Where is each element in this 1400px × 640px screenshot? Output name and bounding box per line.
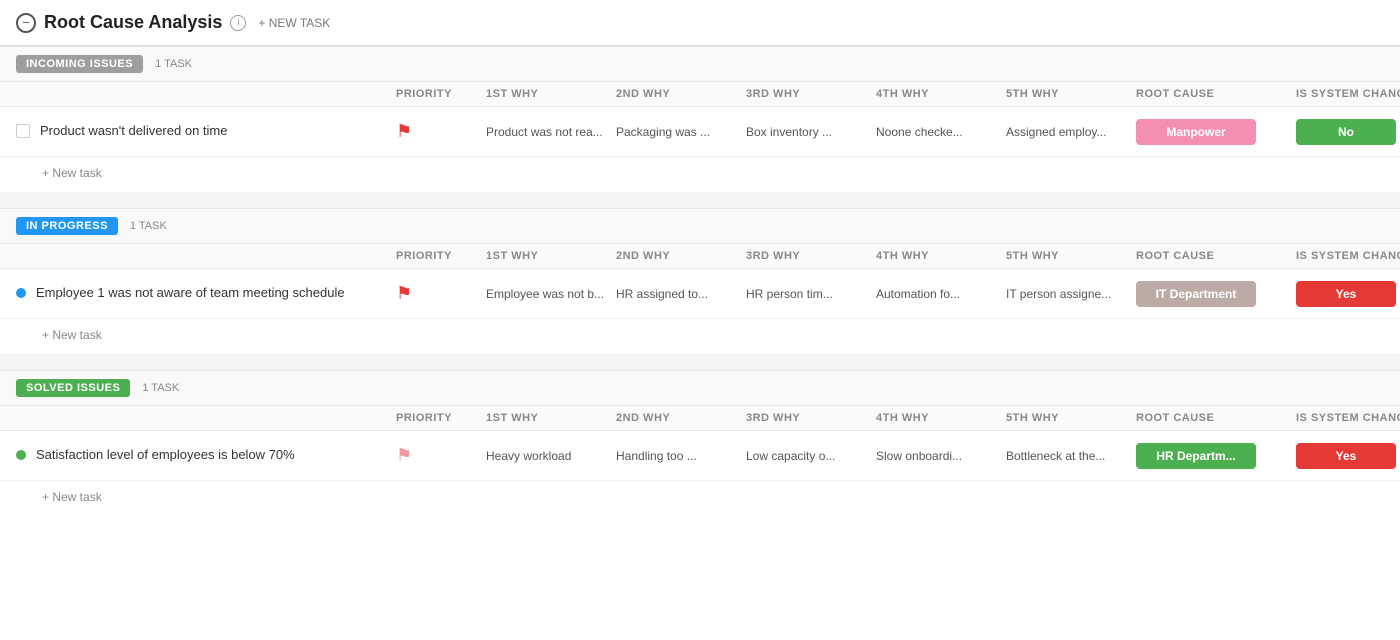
root-cause-cell: HR Departm... [1136,443,1296,469]
why1-cell: Heavy workload [486,449,616,463]
why5-cell: IT person assigne... [1006,287,1136,301]
priority-cell: ⚑ [396,445,486,466]
new-task-link[interactable]: + New task [42,166,102,180]
table-row[interactable]: Employee 1 was not aware of team meeting… [0,269,1400,319]
section-incoming: INCOMING ISSUES 1 TASK PRIORITY1ST WHY2ND … [0,46,1400,192]
table-row[interactable]: Satisfaction level of employees is below… [0,431,1400,481]
why2-cell: Handling too ... [616,449,746,463]
col-header-4: 3RD WHY [746,88,876,100]
col-header-3: 2ND WHY [616,412,746,424]
col-header-4: 3RD WHY [746,250,876,262]
task-name-label: Product wasn't delivered on time [40,123,227,140]
task-count-solved: 1 TASK [142,382,1384,394]
section-header-solved: SOLVED ISSUES 1 TASK [0,370,1400,406]
table-row[interactable]: Product wasn't delivered on time ⚑ Product… [0,107,1400,157]
section-badge-inprogress: IN PROGRESS [16,217,118,235]
col-header-2: 1ST WHY [486,250,616,262]
system-change-cell: No [1296,119,1400,145]
task-count-incoming: 1 TASK [155,58,1384,70]
col-header-3: 2ND WHY [616,250,746,262]
why3-cell: Box inventory ... [746,125,876,139]
new-task-button[interactable]: + NEW TASK [258,16,330,30]
task-count-inprogress: 1 TASK [130,220,1384,232]
why4-cell: Noone checke... [876,125,1006,139]
col-header-7: ROOT CAUSE [1136,412,1296,424]
system-change-badge: Yes [1296,281,1396,307]
page-header: Root Cause Analysis i + NEW TASK [0,0,1400,46]
system-change-cell: Yes [1296,281,1400,307]
root-cause-badge: Manpower [1136,119,1256,145]
why1-cell: Product was not rea... [486,125,616,139]
col-header-7: ROOT CAUSE [1136,88,1296,100]
page: Root Cause Analysis i + NEW TASK INCOMIN… [0,0,1400,640]
col-header-4: 3RD WHY [746,412,876,424]
priority-flag-icon: ⚑ [396,283,412,304]
col-header-1: PRIORITY [396,250,486,262]
col-header-5: 4TH WHY [876,250,1006,262]
task-name-label: Employee 1 was not aware of team meeting… [36,285,345,302]
why5-cell: Bottleneck at the... [1006,449,1136,463]
col-header-6: 5TH WHY [1006,412,1136,424]
section-header-inprogress: IN PROGRESS 1 TASK [0,208,1400,244]
section-badge-solved: SOLVED ISSUES [16,379,130,397]
col-header-1: PRIORITY [396,88,486,100]
root-cause-cell: IT Department [1136,281,1296,307]
new-task-link[interactable]: + New task [42,328,102,342]
col-header-6: 5TH WHY [1006,250,1136,262]
why4-cell: Automation fo... [876,287,1006,301]
why2-cell: Packaging was ... [616,125,746,139]
col-header-8: IS SYSTEM CHANGE REQUIRED? [1296,250,1400,262]
section-header-incoming: INCOMING ISSUES 1 TASK [0,46,1400,82]
sections-container: INCOMING ISSUES1 TASKPRIORITY1ST WHY2ND … [0,46,1400,516]
col-header-7: ROOT CAUSE [1136,250,1296,262]
col-header-3: 2ND WHY [616,88,746,100]
priority-cell: ⚑ [396,283,486,304]
why1-cell: Employee was not b... [486,287,616,301]
task-name-cell: Product wasn't delivered on time [16,123,396,140]
col-header-6: 5TH WHY [1006,88,1136,100]
why3-cell: HR person tim... [746,287,876,301]
why3-cell: Low capacity o... [746,449,876,463]
col-headers-incoming: PRIORITY1ST WHY2ND WHY3RD WHY4TH WHY5TH … [0,82,1400,107]
priority-flag-icon: ⚑ [396,121,412,142]
section-badge-incoming: INCOMING ISSUES [16,55,143,73]
system-change-badge: No [1296,119,1396,145]
why4-cell: Slow onboardi... [876,449,1006,463]
section-solved: SOLVED ISSUES 1 TASK PRIORITY1ST WHY2ND WH… [0,370,1400,516]
new-task-link[interactable]: + New task [42,490,102,504]
col-header-2: 1ST WHY [486,88,616,100]
col-header-8: IS SYSTEM CHANGE REQUIRED? [1296,412,1400,424]
task-dot [16,450,26,460]
col-header-5: 4TH WHY [876,88,1006,100]
info-icon[interactable]: i [230,15,246,31]
new-task-row-incoming: + New task [0,157,1400,192]
col-header-2: 1ST WHY [486,412,616,424]
priority-flag-icon: ⚑ [396,445,412,466]
section-inprogress: IN PROGRESS 1 TASK PRIORITY1ST WHY2ND WHY3… [0,208,1400,354]
system-change-cell: Yes [1296,443,1400,469]
why2-cell: HR assigned to... [616,287,746,301]
task-name-cell: Satisfaction level of employees is below… [16,447,396,464]
new-task-row-inprogress: + New task [0,319,1400,354]
why5-cell: Assigned employ... [1006,125,1136,139]
page-title: Root Cause Analysis [44,12,222,33]
root-cause-cell: Manpower [1136,119,1296,145]
collapse-icon[interactable] [16,13,36,33]
system-change-badge: Yes [1296,443,1396,469]
task-name-label: Satisfaction level of employees is below… [36,447,295,464]
col-headers-inprogress: PRIORITY1ST WHY2ND WHY3RD WHY4TH WHY5TH … [0,244,1400,269]
new-task-row-solved: + New task [0,481,1400,516]
col-headers-solved: PRIORITY1ST WHY2ND WHY3RD WHY4TH WHY5TH … [0,406,1400,431]
col-header-8: IS SYSTEM CHANGE REQUIRED? [1296,88,1400,100]
task-checkbox[interactable] [16,124,30,138]
task-name-cell: Employee 1 was not aware of team meeting… [16,285,396,302]
task-dot [16,288,26,298]
col-header-1: PRIORITY [396,412,486,424]
col-header-5: 4TH WHY [876,412,1006,424]
root-cause-badge: IT Department [1136,281,1256,307]
root-cause-badge: HR Departm... [1136,443,1256,469]
priority-cell: ⚑ [396,121,486,142]
